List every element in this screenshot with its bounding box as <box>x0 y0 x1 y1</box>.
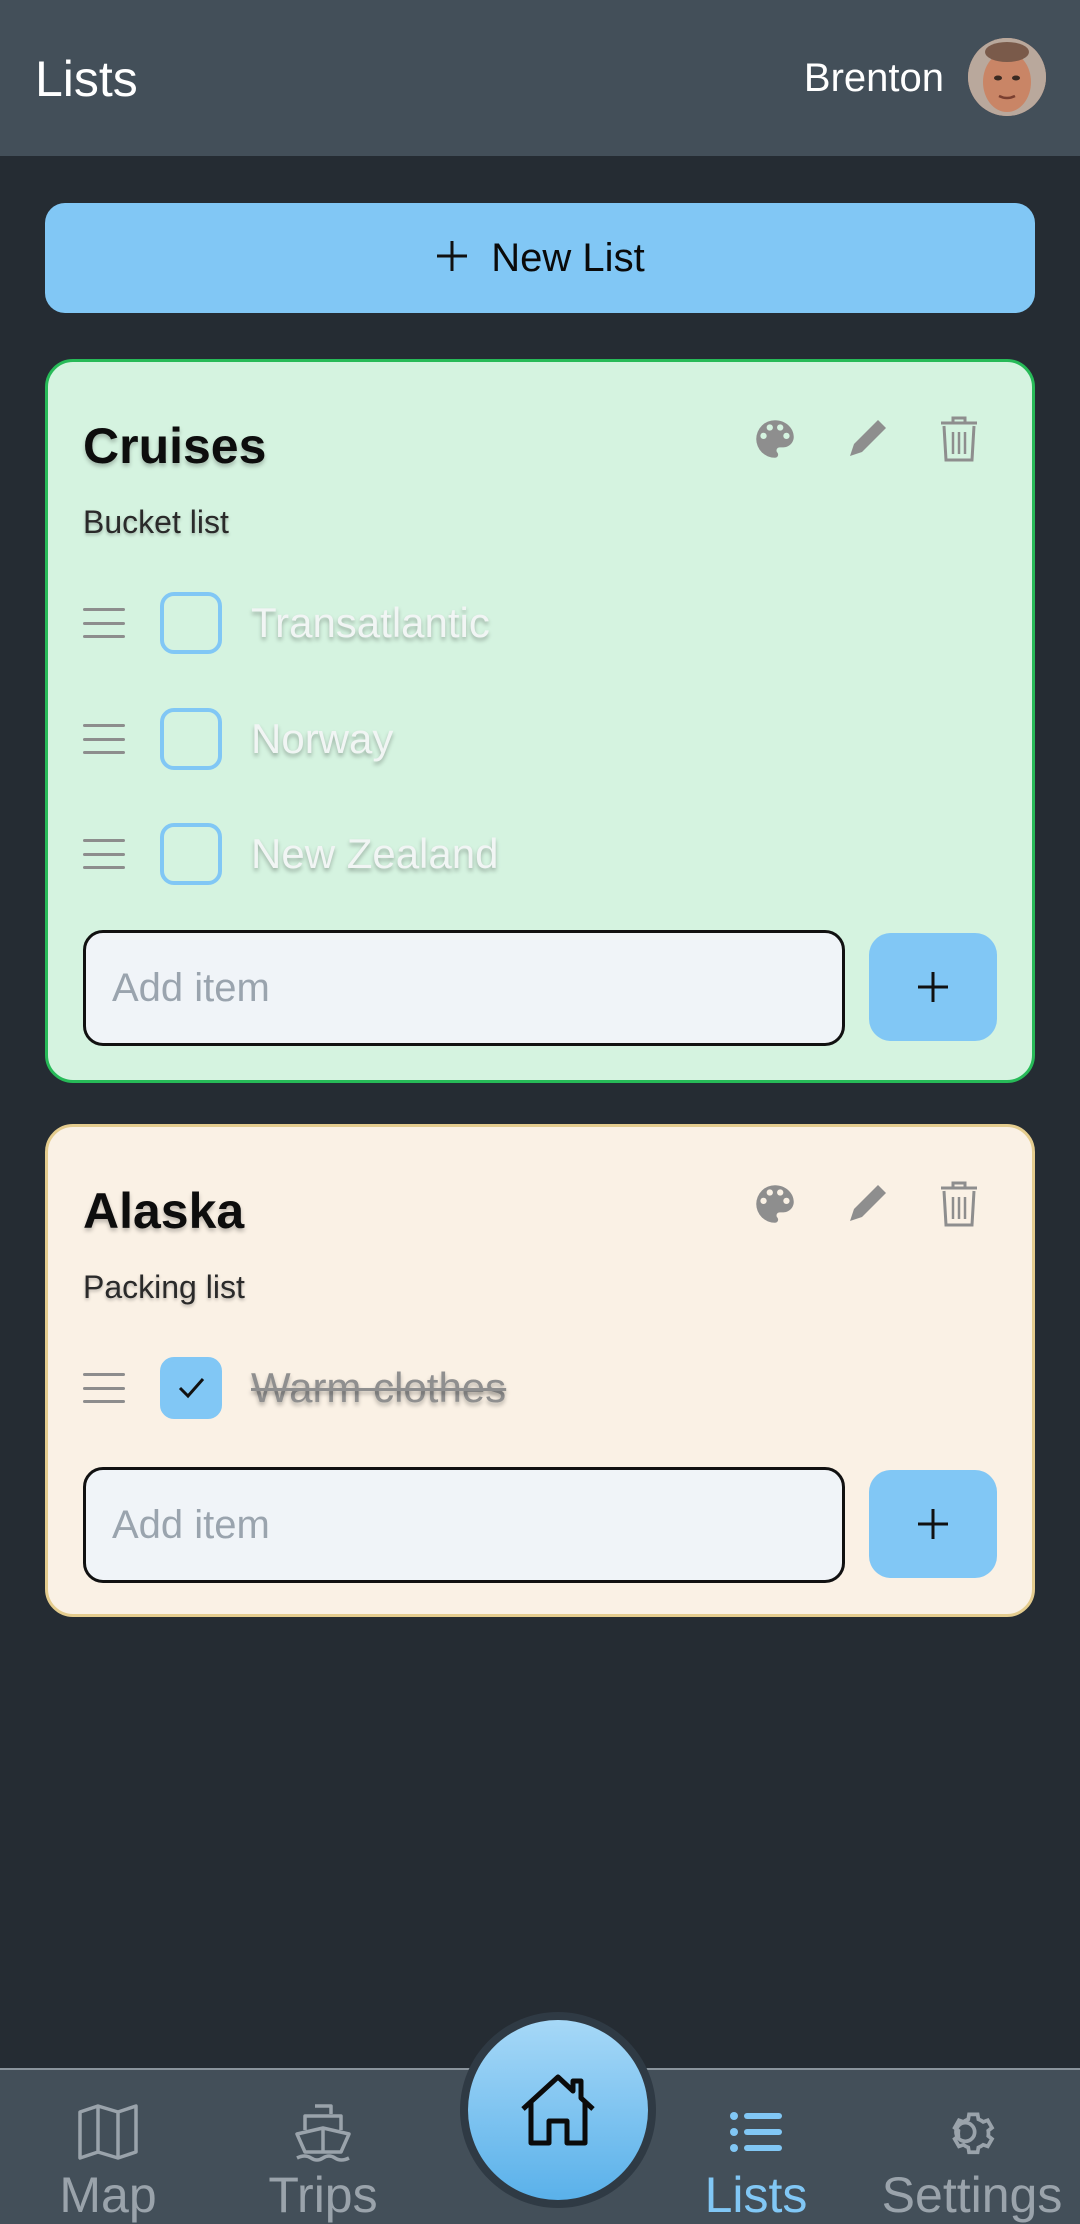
palette-icon[interactable] <box>750 414 800 464</box>
add-item-input[interactable] <box>83 930 845 1046</box>
item-label: Warm clothes <box>251 1364 507 1411</box>
nav-trips-label: Trips <box>268 2167 378 2223</box>
item-checkbox[interactable] <box>160 592 222 654</box>
list-actions <box>750 1179 984 1229</box>
item-label: Norway <box>251 715 394 762</box>
gear-icon <box>952 2112 995 2155</box>
drag-handle-icon[interactable] <box>83 839 125 869</box>
new-list-label: New List <box>491 235 645 280</box>
avatar[interactable] <box>968 38 1046 116</box>
nav-settings[interactable]: Settings <box>872 2100 1072 2220</box>
list-title: Cruises <box>83 418 267 474</box>
plus-icon <box>435 234 469 282</box>
edit-pencil-icon[interactable] <box>842 1179 892 1229</box>
nav-lists[interactable]: Lists <box>656 2100 856 2220</box>
item-checkbox[interactable] <box>160 708 222 770</box>
item-label: Transatlantic <box>251 599 490 646</box>
add-item-button[interactable] <box>869 1470 997 1578</box>
list-subtitle: Bucket list <box>83 504 229 540</box>
avatar-photo-icon <box>968 38 1046 116</box>
ship-icon <box>295 2104 351 2162</box>
checkmark-icon <box>178 1378 205 1399</box>
list-item: Transatlantic <box>83 591 490 655</box>
top-app-bar: Lists Brenton <box>0 0 1080 156</box>
list-card: Cruises Bucket list Transatlantic Norway… <box>45 359 1035 1083</box>
plus-icon <box>918 1509 948 1539</box>
drag-handle-icon[interactable] <box>83 1373 125 1403</box>
new-list-button[interactable]: New List <box>45 203 1035 313</box>
add-item-button[interactable] <box>869 933 997 1041</box>
home-button[interactable] <box>460 2012 656 2208</box>
trash-icon[interactable] <box>934 414 984 464</box>
list-item: Warm clothes <box>83 1356 506 1420</box>
list-item: Norway <box>83 707 393 771</box>
trash-icon[interactable] <box>934 1179 984 1229</box>
nav-settings-label: Settings <box>881 2167 1063 2223</box>
nav-map-label: Map <box>59 2167 157 2223</box>
list-title: Alaska <box>83 1183 245 1239</box>
edit-pencil-icon[interactable] <box>842 414 892 464</box>
home-icon <box>521 2074 595 2146</box>
nav-trips[interactable]: Trips <box>223 2100 423 2220</box>
plus-icon <box>918 972 948 1002</box>
page-title: Lists <box>35 51 138 107</box>
item-checkbox-checked[interactable] <box>160 1357 222 1419</box>
list-subtitle: Packing list <box>83 1269 245 1305</box>
list-actions <box>750 414 984 464</box>
map-icon <box>78 2104 138 2160</box>
drag-handle-icon[interactable] <box>83 724 125 754</box>
list-card: Alaska Packing list Warm clothes <box>45 1124 1035 1617</box>
item-label: New Zealand <box>251 830 499 877</box>
nav-map[interactable]: Map <box>8 2100 208 2220</box>
add-item-input[interactable] <box>83 1467 845 1583</box>
item-checkbox[interactable] <box>160 823 222 885</box>
user-name[interactable]: Brenton <box>804 56 944 101</box>
list-item: New Zealand <box>83 822 498 886</box>
list-icon <box>730 2112 782 2152</box>
palette-icon[interactable] <box>750 1179 800 1229</box>
drag-handle-icon[interactable] <box>83 608 125 638</box>
nav-lists-label: Lists <box>704 2167 808 2223</box>
